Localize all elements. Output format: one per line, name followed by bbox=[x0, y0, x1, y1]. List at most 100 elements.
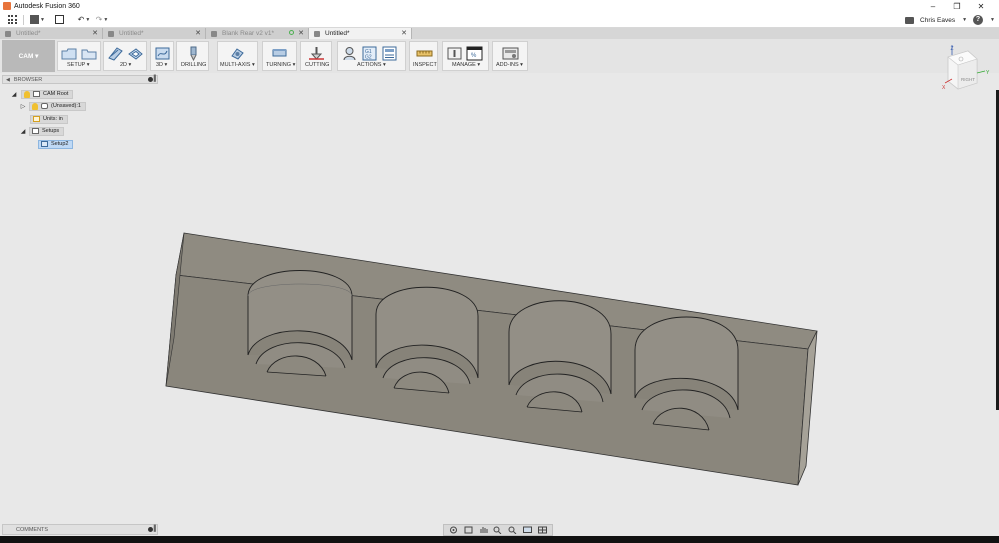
part-model[interactable] bbox=[0, 73, 999, 536]
expanded-arrow-icon[interactable]: ◢ bbox=[10, 91, 18, 98]
setup-group[interactable]: SETUP ▾ bbox=[57, 41, 101, 71]
post-process-icon[interactable]: G1 G2 bbox=[361, 45, 378, 62]
measure-icon[interactable] bbox=[416, 45, 433, 62]
2d-group[interactable]: 2D ▾ bbox=[103, 41, 147, 71]
folder-icon[interactable] bbox=[80, 45, 97, 62]
collapsed-arrow-icon[interactable]: ▷ bbox=[19, 103, 27, 110]
grid-settings-icon[interactable] bbox=[537, 526, 547, 534]
drilling-group[interactable]: DRILLING bbox=[176, 41, 209, 71]
tree-node-label: Setup2 bbox=[51, 141, 69, 147]
add-ins-icon[interactable] bbox=[502, 45, 519, 62]
z-axis-label: Z bbox=[951, 46, 954, 52]
tree-node-setup2[interactable]: Setup2 bbox=[38, 139, 74, 149]
look-at-icon[interactable] bbox=[464, 526, 473, 534]
visibility-bulb-icon[interactable] bbox=[32, 102, 38, 110]
document-tab[interactable]: Blank Rear v2 v1* ✕ bbox=[206, 28, 309, 39]
pin-icon[interactable] bbox=[148, 77, 153, 82]
chat-icon[interactable] bbox=[905, 16, 915, 24]
tree-node-chip[interactable]: Setups bbox=[29, 126, 65, 136]
expanded-arrow-icon[interactable]: ◢ bbox=[19, 128, 27, 135]
undo-icon: ↶ bbox=[77, 15, 85, 24]
pocket-2 bbox=[375, 286, 479, 394]
tree-node-units[interactable]: Units: in bbox=[30, 114, 68, 124]
collapse-icon[interactable]: ◀ bbox=[6, 77, 10, 83]
multi-axis-icon[interactable] bbox=[229, 45, 246, 62]
undo-button[interactable]: ↶ ▼ bbox=[77, 13, 91, 27]
setups-folder-icon bbox=[32, 128, 39, 134]
file-menu-button[interactable]: ▼ bbox=[30, 13, 45, 27]
manage-group[interactable]: % MANAGE ▾ bbox=[442, 41, 489, 71]
tree-node-chip[interactable]: (Unsaved):1 bbox=[29, 101, 86, 111]
turning-icon[interactable] bbox=[271, 45, 288, 62]
tool-library-icon[interactable] bbox=[446, 45, 463, 62]
window-controls: – ❐ ✕ bbox=[921, 0, 993, 12]
document-tab[interactable]: Untitled* ✕ bbox=[0, 28, 103, 39]
help-icon[interactable]: ? bbox=[973, 15, 984, 25]
save-button[interactable] bbox=[53, 13, 67, 27]
close-icon[interactable]: ✕ bbox=[401, 29, 407, 37]
pin-icon[interactable] bbox=[148, 527, 153, 532]
zoom-icon[interactable] bbox=[508, 526, 517, 534]
3d-viewport[interactable] bbox=[0, 73, 999, 536]
inspect-label: INSPECT bbox=[413, 62, 437, 68]
pan-hand-icon[interactable] bbox=[479, 526, 488, 534]
chevron-down-icon: ▼ bbox=[103, 16, 109, 23]
data-panel-button[interactable] bbox=[5, 13, 19, 27]
close-icon[interactable]: ✕ bbox=[195, 29, 201, 37]
new-setup-icon[interactable] bbox=[60, 45, 77, 62]
3d-adaptive-icon[interactable] bbox=[154, 45, 171, 62]
multi-axis-label: MULTI-AXIS ▾ bbox=[220, 62, 255, 68]
turning-group[interactable]: TURNING ▾ bbox=[262, 41, 297, 71]
2d-adaptive-icon[interactable] bbox=[107, 45, 124, 62]
multi-axis-group[interactable]: MULTI-AXIS ▾ bbox=[217, 41, 258, 71]
actions-group[interactable]: G1 G2 ACTIONS ▾ bbox=[337, 41, 406, 71]
drill-icon[interactable] bbox=[185, 45, 202, 62]
cam-root-icon bbox=[33, 91, 40, 97]
manage-label: MANAGE ▾ bbox=[452, 62, 481, 68]
chevron-down-icon: ▼ bbox=[85, 16, 91, 23]
restore-button[interactable]: ❐ bbox=[945, 2, 969, 11]
tree-node-label: Units: in bbox=[43, 116, 63, 122]
tree-node-setups[interactable]: ◢ Setups bbox=[19, 126, 65, 136]
minimize-button[interactable]: – bbox=[921, 2, 945, 11]
inspect-group[interactable]: INSPECT bbox=[409, 41, 438, 71]
setup-icon bbox=[41, 141, 48, 147]
tree-node-label: Setups bbox=[42, 128, 60, 134]
3d-group[interactable]: 3D ▾ bbox=[150, 41, 174, 71]
redo-button[interactable]: ↷ ▼ bbox=[95, 13, 109, 27]
svg-text:G2: G2 bbox=[365, 55, 372, 61]
account-area: Chris Eaves ▼ ? ▼ bbox=[905, 12, 995, 28]
orbit-icon[interactable] bbox=[449, 526, 458, 534]
tree-node-cam-root[interactable]: ◢ CAM Root bbox=[10, 89, 74, 99]
tree-node-chip[interactable]: CAM Root bbox=[21, 89, 74, 99]
tree-node-unsaved[interactable]: ▷ (Unsaved):1 bbox=[19, 101, 86, 111]
display-settings-icon[interactable] bbox=[523, 526, 533, 534]
user-menu[interactable]: Chris Eaves bbox=[920, 17, 955, 24]
simulate-icon[interactable] bbox=[341, 45, 358, 62]
redo-icon: ↷ bbox=[95, 15, 103, 24]
tab-label: Untitled* bbox=[16, 30, 41, 37]
template-library-icon[interactable]: % bbox=[466, 45, 483, 62]
comments-panel[interactable]: COMMENTS ▌ bbox=[2, 524, 158, 535]
visibility-bulb-icon[interactable] bbox=[24, 90, 30, 98]
close-window-button[interactable]: ✕ bbox=[969, 2, 993, 11]
drilling-label: DRILLING bbox=[181, 62, 207, 68]
browser-panel-header[interactable]: ◀ BROWSER ▌ bbox=[2, 75, 158, 84]
zoom-window-icon[interactable] bbox=[493, 526, 502, 534]
close-icon[interactable]: ✕ bbox=[92, 29, 98, 37]
view-cube[interactable]: Z RIGHT X Y bbox=[940, 43, 995, 95]
cutting-group[interactable]: CUTTING bbox=[300, 41, 332, 71]
add-ins-group[interactable]: ADD-INS ▾ bbox=[492, 41, 528, 71]
2d-pocket-icon[interactable] bbox=[127, 45, 144, 62]
navigation-bar bbox=[443, 524, 553, 536]
cutting-icon[interactable] bbox=[308, 45, 325, 62]
tree-node-chip[interactable]: Units: in bbox=[30, 114, 68, 124]
workspace-switcher[interactable]: CAM ▾ bbox=[2, 40, 55, 72]
document-tab-active[interactable]: Untitled* ✕ bbox=[309, 28, 412, 39]
setup-sheet-icon[interactable] bbox=[381, 45, 398, 62]
close-icon[interactable]: ✕ bbox=[298, 29, 304, 37]
document-icon bbox=[314, 30, 320, 37]
tree-node-chip-selected[interactable]: Setup2 bbox=[38, 139, 74, 149]
y-axis-label: Y bbox=[986, 70, 990, 76]
document-tab[interactable]: Untitled* ✕ bbox=[103, 28, 206, 39]
